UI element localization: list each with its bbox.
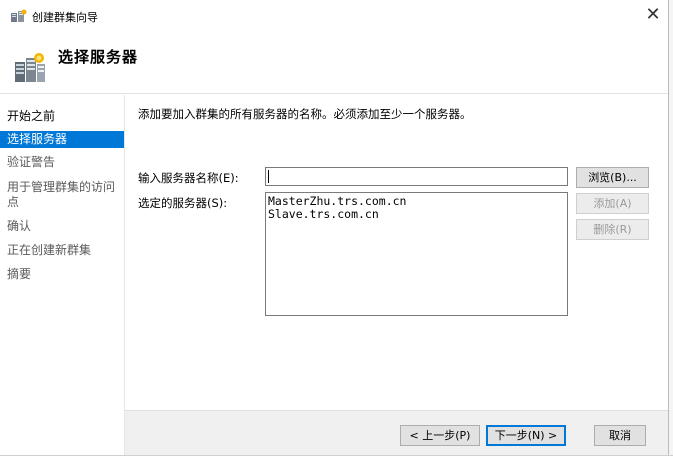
- cancel-button[interactable]: 取消: [594, 425, 646, 446]
- browse-button[interactable]: 浏览(B)...: [576, 167, 649, 188]
- wizard-header: 选择服务器: [0, 32, 668, 94]
- window-title: 创建群集向导: [32, 11, 98, 24]
- page-title: 选择服务器: [58, 48, 139, 66]
- selected-servers-list[interactable]: MasterZhu.trs.com.cn Slave.trs.com.cn: [265, 192, 568, 316]
- nav-step-creating-cluster[interactable]: 正在创建新群集: [0, 243, 124, 258]
- wizard-steps-nav: 开始之前 选择服务器 验证警告 用于管理群集的访问点 确认 正在创建新群集 摘要: [0, 95, 124, 455]
- list-item[interactable]: Slave.trs.com.cn: [268, 208, 565, 221]
- text-cursor: [268, 170, 269, 183]
- background-window-strip: [0, 455, 673, 462]
- nav-step-validation-warning[interactable]: 验证警告: [0, 155, 124, 170]
- instruction-text: 添加要加入群集的所有服务器的名称。必须添加至少一个服务器。: [138, 107, 472, 121]
- nav-step-before-you-begin[interactable]: 开始之前: [0, 109, 124, 124]
- remove-button[interactable]: 删除(R): [576, 219, 649, 240]
- nav-step-confirmation[interactable]: 确认: [0, 219, 124, 234]
- close-icon[interactable]: ✕: [640, 4, 666, 28]
- selected-servers-label: 选定的服务器(S):: [138, 196, 228, 210]
- nav-step-access-point[interactable]: 用于管理群集的访问点: [0, 180, 118, 210]
- wizard-content: 添加要加入群集的所有服务器的名称。必须添加至少一个服务器。 输入服务器名称(E)…: [124, 95, 668, 410]
- nav-step-select-servers[interactable]: 选择服务器: [0, 131, 124, 148]
- server-name-label: 输入服务器名称(E):: [138, 171, 239, 185]
- next-button[interactable]: 下一步(N) >: [486, 425, 566, 446]
- previous-button[interactable]: < 上一步(P): [400, 425, 480, 446]
- background-window-edge: [668, 0, 673, 455]
- nav-step-summary[interactable]: 摘要: [0, 267, 124, 282]
- cluster-wizard-icon: [11, 9, 27, 23]
- add-button[interactable]: 添加(A): [576, 193, 649, 214]
- wizard-footer: < 上一步(P) 下一步(N) > 取消: [124, 410, 668, 455]
- title-bar: 创建群集向导 ✕: [0, 0, 668, 32]
- server-name-input[interactable]: [265, 167, 568, 186]
- server-cluster-icon: [14, 52, 46, 84]
